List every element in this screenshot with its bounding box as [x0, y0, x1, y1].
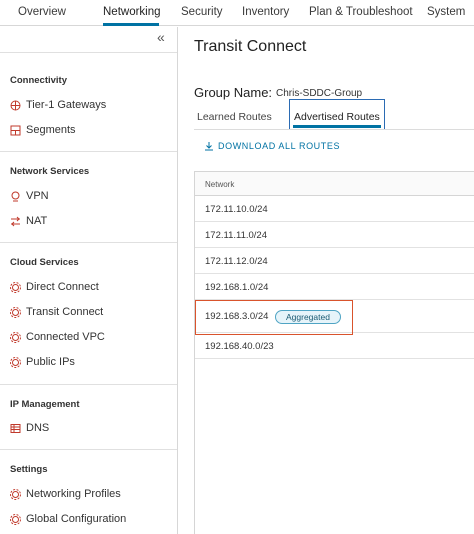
- sidebar-item-label: Transit Connect: [26, 306, 104, 318]
- sidebar-item-connected-vpc[interactable]: Connected VPC: [10, 329, 105, 345]
- sidebar-item-label: Direct Connect: [26, 281, 99, 293]
- tab-system[interactable]: System: [427, 6, 465, 18]
- tab-plan-troubleshoot[interactable]: Plan & Troubleshoot: [309, 6, 413, 18]
- section-divider: [0, 242, 177, 243]
- top-navigation: Overview Networking Security Inventory P…: [0, 0, 474, 26]
- table-row[interactable]: 172.11.12.0/24: [195, 249, 474, 274]
- download-all-routes-button[interactable]: DOWNLOAD ALL ROUTES: [204, 139, 340, 153]
- tab-inventory[interactable]: Inventory: [242, 6, 289, 18]
- sidebar-item-nat[interactable]: NAT: [10, 213, 47, 229]
- group-name-value: Chris-SDDC-Group: [276, 88, 363, 99]
- network-cell: 172.11.11.0/24: [205, 230, 267, 241]
- selected-subtab-highlight: [289, 99, 385, 130]
- sidebar-item-networking-profiles[interactable]: Networking Profiles: [10, 486, 121, 502]
- sidebar-item-dns[interactable]: DNS: [10, 420, 49, 436]
- sidebar-item-public-ips[interactable]: Public IPs: [10, 354, 75, 370]
- section-title-connectivity: Connectivity: [10, 75, 68, 86]
- sidebar-item-transit-connect[interactable]: Transit Connect: [10, 304, 103, 320]
- vpn-icon: [10, 191, 21, 202]
- main-content: Transit Connect Group Name: Chris-SDDC-G…: [178, 27, 474, 534]
- download-label: DOWNLOAD ALL ROUTES: [218, 141, 341, 151]
- table-header: Network: [195, 172, 474, 196]
- sidebar-item-label: Segments: [26, 124, 76, 136]
- table-row[interactable]: 172.11.10.0/24: [195, 197, 474, 222]
- group-name-label: Group Name:: [194, 85, 273, 100]
- tab-networking[interactable]: Networking: [103, 6, 161, 18]
- section-title-network-services: Network Services: [10, 166, 90, 177]
- sidebar-item-segments[interactable]: Segments: [10, 122, 76, 138]
- aggregated-row-highlight: [195, 300, 353, 335]
- section-title-cloud-services: Cloud Services: [10, 257, 79, 268]
- sidebar-item-label: Networking Profiles: [26, 488, 121, 500]
- gear-icon: [10, 356, 21, 368]
- network-cell: 172.11.12.0/24: [205, 256, 268, 267]
- section-divider: [0, 52, 177, 53]
- dns-icon: [10, 423, 21, 434]
- table-row[interactable]: 172.11.11.0/24: [195, 223, 474, 248]
- routes-table: Network 172.11.10.0/24 172.11.11.0/24 17…: [194, 171, 474, 534]
- gear-icon: [10, 281, 21, 293]
- subtabs-divider: [194, 129, 474, 130]
- sidebar-item-global-configuration[interactable]: Global Configuration: [10, 511, 126, 527]
- section-title-ip-management: IP Management: [10, 399, 80, 410]
- column-header-network[interactable]: Network: [205, 180, 234, 189]
- section-divider: [0, 151, 177, 152]
- network-cell: 172.11.10.0/24: [205, 204, 268, 215]
- sidebar: « Connectivity Tier-1 Gateways Segments …: [0, 27, 178, 534]
- sidebar-item-label: VPN: [26, 190, 49, 202]
- sidebar-item-label: Global Configuration: [26, 513, 127, 525]
- network-cell: 192.168.40.0/23: [205, 341, 274, 352]
- gear-icon: [10, 331, 21, 343]
- table-row[interactable]: 192.168.40.0/23: [195, 334, 474, 359]
- sidebar-item-label: Connected VPC: [26, 331, 105, 343]
- sidebar-item-vpn[interactable]: VPN: [10, 188, 49, 204]
- section-title-settings: Settings: [10, 464, 48, 475]
- collapse-sidebar-icon[interactable]: «: [157, 29, 165, 45]
- download-icon: [204, 141, 214, 151]
- section-divider: [0, 384, 177, 385]
- segments-icon: [10, 125, 21, 136]
- nat-icon: [10, 216, 21, 227]
- tab-overview[interactable]: Overview: [18, 6, 66, 18]
- gear-icon: [10, 306, 21, 318]
- subtab-learned-routes[interactable]: Learned Routes: [197, 111, 272, 123]
- gear-icon: [10, 513, 21, 525]
- section-divider: [0, 449, 177, 450]
- sidebar-item-label: DNS: [26, 422, 50, 434]
- gateway-icon: [10, 100, 21, 111]
- sidebar-item-direct-connect[interactable]: Direct Connect: [10, 279, 99, 295]
- network-cell: 192.168.1.0/24: [205, 282, 269, 293]
- table-row[interactable]: 192.168.1.0/24: [195, 275, 474, 300]
- tab-security[interactable]: Security: [181, 6, 223, 18]
- page-title: Transit Connect: [194, 38, 307, 55]
- active-tab-indicator: [103, 23, 159, 26]
- sidebar-item-tier1-gateways[interactable]: Tier-1 Gateways: [10, 97, 106, 113]
- sidebar-item-label: Public IPs: [26, 356, 75, 368]
- sidebar-item-label: Tier-1 Gateways: [26, 99, 107, 111]
- sidebar-item-label: NAT: [26, 215, 48, 227]
- gear-icon: [10, 488, 21, 500]
